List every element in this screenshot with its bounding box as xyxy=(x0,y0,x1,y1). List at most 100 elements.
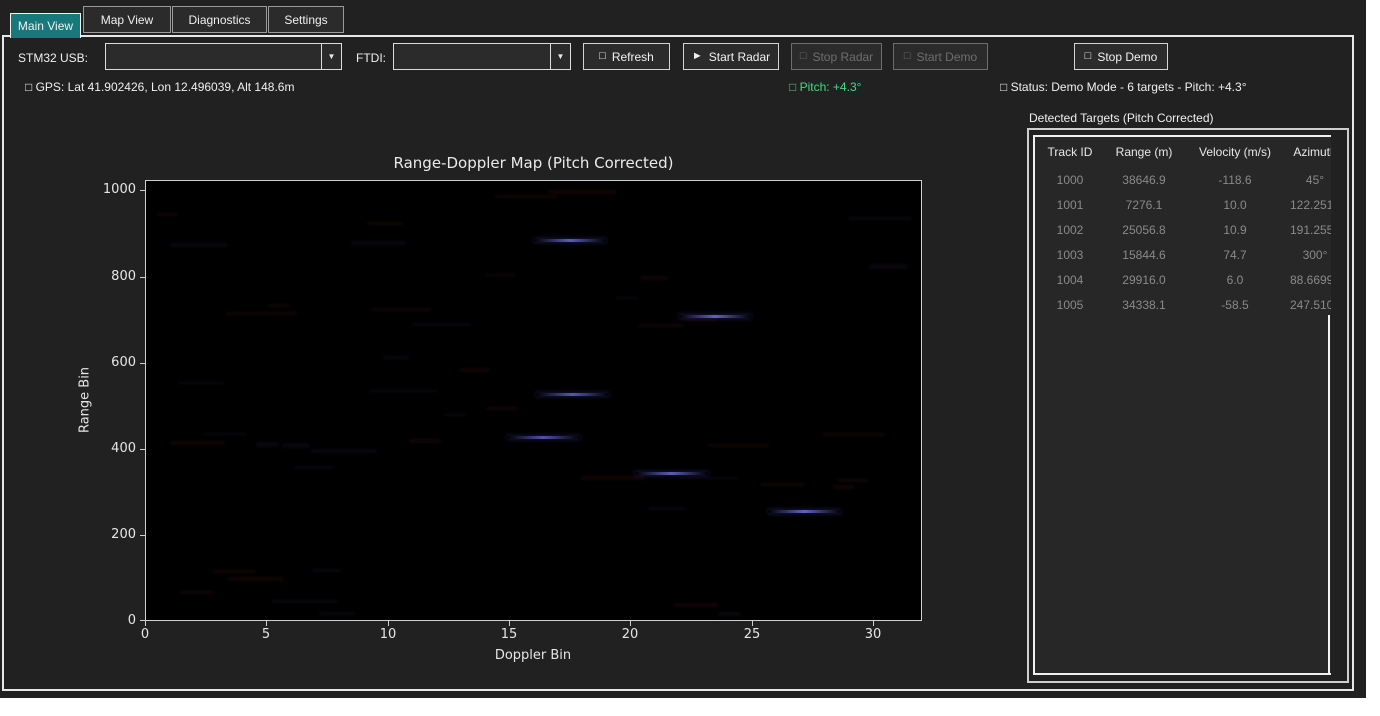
clutter-noise xyxy=(170,441,225,445)
clutter-noise xyxy=(648,507,685,510)
clutter-noise xyxy=(837,479,867,483)
clutter-noise xyxy=(227,577,284,581)
col-header-range[interactable]: Range (m) xyxy=(1105,145,1183,159)
start-radar-button-label: Start Radar xyxy=(709,50,770,64)
y-tick-label: 800 xyxy=(88,269,136,285)
cell-track-id: 1003 xyxy=(1035,248,1105,262)
x-tick-mark xyxy=(145,621,146,626)
clutter-noise xyxy=(282,443,310,448)
clutter-noise xyxy=(718,612,742,616)
clutter-noise xyxy=(312,569,341,571)
clutter-noise xyxy=(641,276,668,280)
table-row[interactable]: 1000 38646.9 -118.6 45° xyxy=(1035,167,1331,192)
tab-main-view[interactable]: Main View xyxy=(10,13,81,38)
table-row[interactable]: 1004 29916.0 6.0 88.66998 xyxy=(1035,267,1331,292)
col-header-track-id[interactable]: Track ID xyxy=(1035,145,1105,159)
stop-demo-button[interactable]: □ Stop Demo xyxy=(1074,43,1168,70)
stop-icon: □ xyxy=(800,51,807,62)
cell-velocity: 10.9 xyxy=(1183,223,1287,237)
x-tick-mark xyxy=(388,621,389,626)
clutter-noise xyxy=(822,433,885,436)
tab-main-view-label: Main View xyxy=(18,19,73,33)
chart-title: Range-Doppler Map (Pitch Corrected) xyxy=(145,154,922,172)
stop-icon: □ xyxy=(1085,51,1092,62)
target-detection-streak xyxy=(768,510,841,513)
x-tick-mark xyxy=(873,621,874,626)
y-tick-mark xyxy=(140,363,145,364)
clutter-noise xyxy=(367,222,404,225)
x-tick-label: 25 xyxy=(732,627,772,643)
refresh-icon: □ xyxy=(599,51,606,62)
y-tick-label: 1000 xyxy=(88,182,136,198)
x-tick-label: 0 xyxy=(125,627,165,643)
tab-map-view-label: Map View xyxy=(101,13,153,27)
gps-status-text: □ GPS: Lat 41.902426, Lon 12.496039, Alt… xyxy=(25,80,294,94)
clutter-noise xyxy=(212,570,257,572)
table-row[interactable]: 1001 7276.1 10.0 122.2510 xyxy=(1035,192,1331,217)
chevron-down-icon[interactable]: ▼ xyxy=(550,44,570,69)
col-header-azimuth[interactable]: Azimuth xyxy=(1287,145,1331,159)
radar-app-window: Main View Map View Diagnostics Settings … xyxy=(0,0,1366,698)
x-tick-mark xyxy=(509,621,510,626)
clutter-noise xyxy=(486,407,518,409)
cell-track-id: 1001 xyxy=(1035,198,1105,212)
clutter-noise xyxy=(370,308,431,311)
demo-icon: □ xyxy=(904,51,911,62)
col-header-velocity[interactable]: Velocity (m/s) xyxy=(1183,145,1287,159)
stm32-port-value xyxy=(106,44,321,69)
clutter-noise xyxy=(256,442,279,447)
y-tick-mark xyxy=(140,190,145,191)
cell-azimuth: 88.66998 xyxy=(1287,273,1331,287)
table-row[interactable]: 1005 34338.1 -58.5 247.5104 xyxy=(1035,292,1331,317)
cell-track-id: 1002 xyxy=(1035,223,1105,237)
tab-settings[interactable]: Settings xyxy=(268,6,344,33)
tab-diagnostics[interactable]: Diagnostics xyxy=(172,6,267,33)
clutter-noise xyxy=(485,274,515,276)
stm32-port-select[interactable]: ▼ xyxy=(105,43,342,70)
clutter-noise xyxy=(869,264,906,269)
stop-radar-button[interactable]: □ Stop Radar xyxy=(791,43,882,70)
cell-track-id: 1004 xyxy=(1035,273,1105,287)
clutter-noise xyxy=(615,297,638,300)
table-row[interactable]: 1002 25056.8 10.9 191.2552 xyxy=(1035,217,1331,242)
x-axis-label: Doppler Bin xyxy=(495,648,571,663)
cell-track-id: 1000 xyxy=(1035,173,1105,187)
y-tick-mark xyxy=(140,277,145,278)
chevron-down-icon[interactable]: ▼ xyxy=(321,44,341,69)
start-demo-button[interactable]: □ Start Demo xyxy=(893,43,988,70)
clutter-noise xyxy=(203,433,247,436)
x-tick-mark xyxy=(752,621,753,626)
cell-azimuth: 45° xyxy=(1287,173,1331,187)
clutter-noise xyxy=(351,241,406,245)
clutter-noise xyxy=(686,318,719,321)
cell-velocity: 6.0 xyxy=(1183,273,1287,287)
cell-azimuth: 122.2510 xyxy=(1287,198,1331,212)
refresh-button[interactable]: □ Refresh xyxy=(583,43,670,70)
stop-radar-button-label: Stop Radar xyxy=(812,50,873,64)
y-tick-label: 200 xyxy=(88,527,136,543)
x-tick-mark xyxy=(630,621,631,626)
x-tick-label: 15 xyxy=(489,627,529,643)
clutter-noise xyxy=(678,477,738,479)
start-radar-button[interactable]: ► Start Radar xyxy=(683,43,779,70)
targets-table[interactable]: Track ID Range (m) Velocity (m/s) Azimut… xyxy=(1033,135,1331,675)
y-tick-mark xyxy=(140,449,145,450)
table-scrollbar[interactable] xyxy=(1328,315,1330,675)
cell-range: 25056.8 xyxy=(1105,223,1183,237)
play-icon: ► xyxy=(692,51,703,62)
clutter-noise xyxy=(581,476,644,480)
clutter-noise xyxy=(460,368,489,372)
table-row[interactable]: 1003 15844.6 74.7 300° xyxy=(1035,242,1331,267)
start-demo-button-label: Start Demo xyxy=(916,50,977,64)
demo-status-text: □ Status: Demo Mode - 6 targets - Pitch:… xyxy=(1000,80,1247,94)
tab-map-view[interactable]: Map View xyxy=(83,6,171,33)
x-tick-label: 30 xyxy=(853,627,893,643)
clutter-noise xyxy=(444,414,465,416)
ftdi-port-value xyxy=(394,44,550,69)
ftdi-port-select[interactable]: ▼ xyxy=(393,43,571,70)
tab-settings-label: Settings xyxy=(284,13,327,27)
clutter-noise xyxy=(179,591,214,595)
cell-azimuth: 191.2552 xyxy=(1287,223,1331,237)
cell-range: 29916.0 xyxy=(1105,273,1183,287)
cell-velocity: -118.6 xyxy=(1183,173,1287,187)
